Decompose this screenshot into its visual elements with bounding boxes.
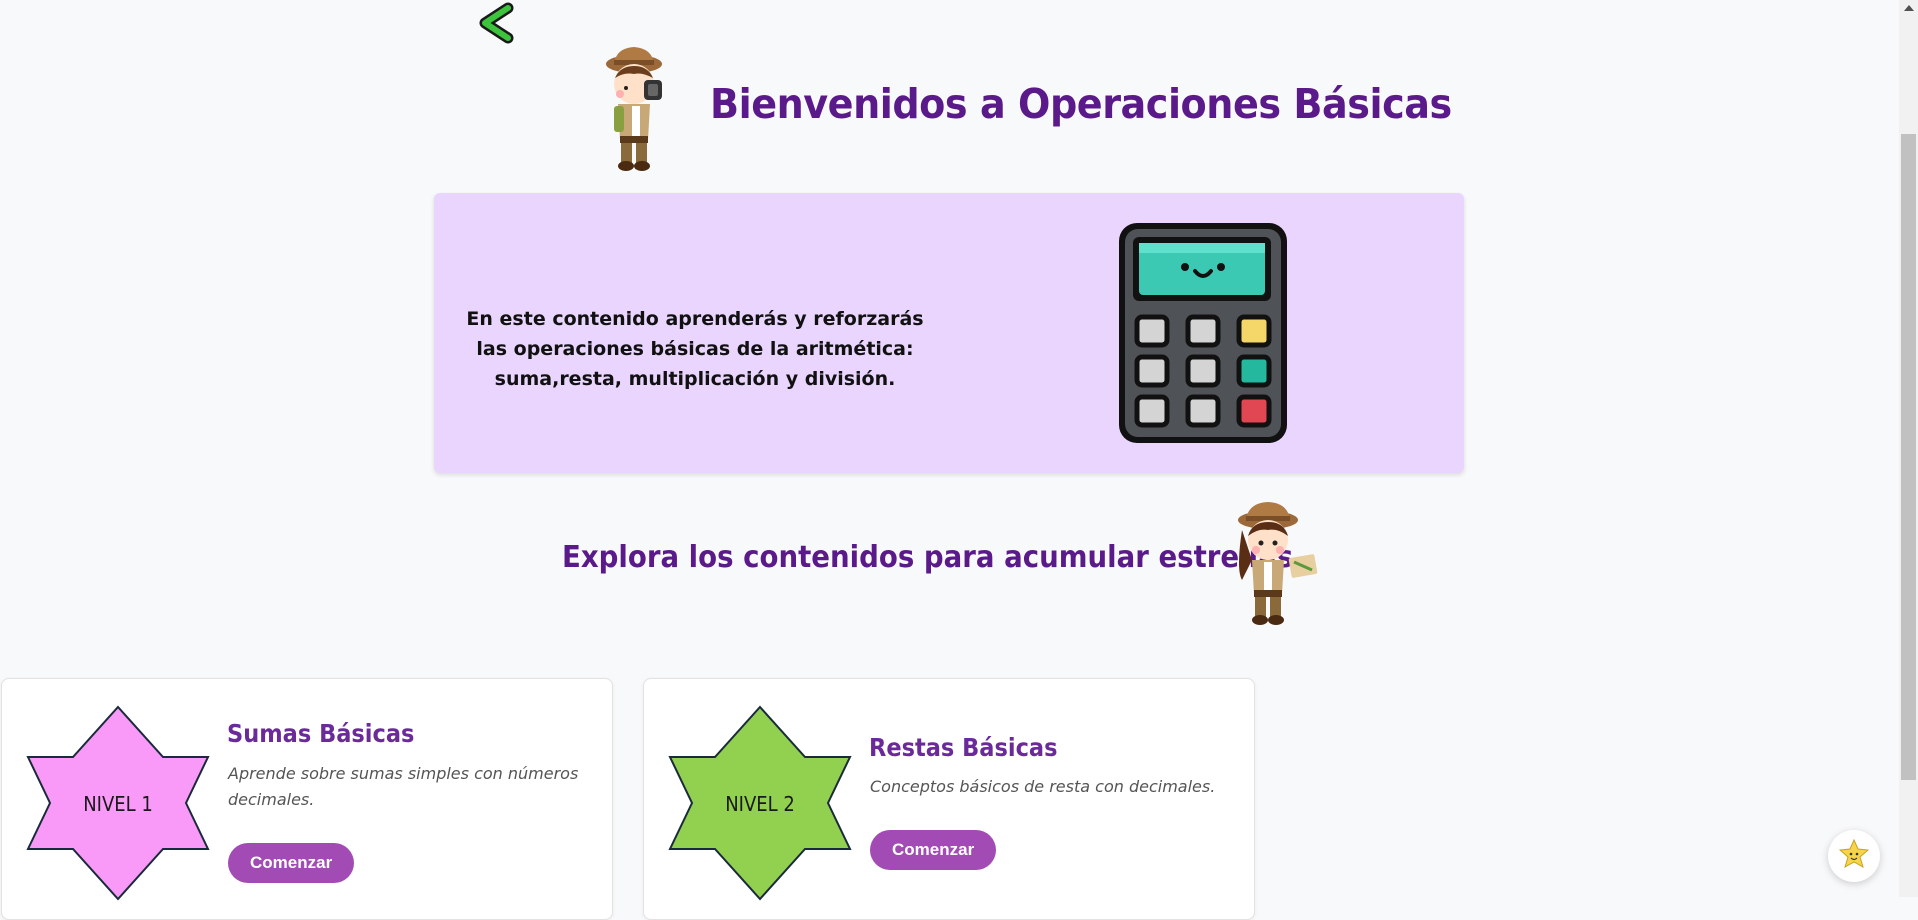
stars-floating-button[interactable] (1828, 830, 1880, 882)
level-card-2: NIVEL 2 Restas Básicas Conceptos básicos… (643, 678, 1255, 920)
page-scrollbar[interactable] (1899, 0, 1918, 897)
intro-card: En este contenido aprenderás y reforzará… (434, 193, 1464, 473)
calculator-icon (1117, 221, 1289, 445)
intro-text: En este contenido aprenderás y reforzará… (466, 308, 924, 390)
scroll-up-icon[interactable] (1904, 5, 1914, 11)
level-2-description: Conceptos básicos de resta con decimales… (870, 777, 1216, 796)
level-1-star-badge: NIVEL 1 (26, 705, 210, 901)
level-2-star-badge: NIVEL 2 (668, 705, 852, 901)
explorer-girl-illustration (1222, 500, 1324, 628)
star-icon (1838, 838, 1870, 873)
back-arrow-icon[interactable] (475, 2, 515, 44)
level-1-badge-text: NIVEL 1 (83, 792, 153, 816)
level-2-start-button[interactable]: Comenzar (870, 830, 997, 870)
level-2-title: Restas Básicas (869, 733, 1058, 762)
section-subtitle: Explora los contenidos para acumular est… (562, 540, 1294, 575)
page-title: Bienvenidos a Operaciones Básicas (710, 80, 1452, 128)
level-1-description: Aprende sobre sumas simples con números … (228, 764, 579, 809)
explorer-boy-illustration (590, 44, 682, 174)
level-1-title: Sumas Básicas (227, 719, 415, 748)
level-2-badge-text: NIVEL 2 (725, 792, 795, 816)
level-1-start-button[interactable]: Comenzar (228, 843, 355, 883)
level-card-1: NIVEL 1 Sumas Básicas Aprende sobre suma… (1, 678, 613, 920)
scrollbar-thumb[interactable] (1901, 134, 1916, 780)
